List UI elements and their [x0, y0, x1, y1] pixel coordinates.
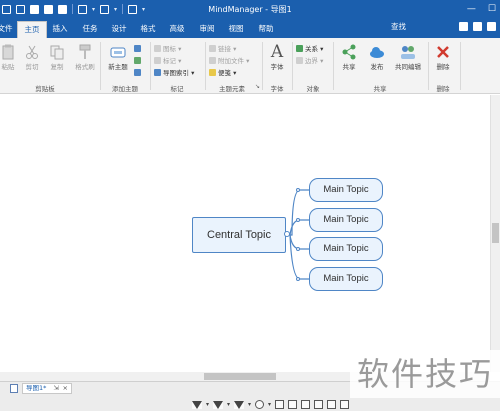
filter-dropdown-icon[interactable]: ▾ [206, 401, 209, 408]
watermark: 软件技巧 [350, 350, 500, 398]
mindmanager-window: ▾ ▾ ▾ MindManager - 导图1 — ☐ 文件 主页 插入 任务 … [0, 0, 500, 411]
close-tab-icon[interactable]: × [63, 384, 68, 393]
vertical-scroll-thumb[interactable] [492, 223, 499, 243]
document-icon [10, 384, 18, 393]
collapse-toggle-icon[interactable] [284, 231, 290, 237]
vertical-scrollbar[interactable] [490, 95, 500, 372]
connector-joint [296, 247, 300, 251]
horizontal-scroll-thumb[interactable] [204, 373, 276, 380]
filter-topic-icon[interactable] [234, 400, 245, 409]
connector-joint [296, 277, 300, 281]
filter-outline-icon[interactable] [213, 400, 224, 409]
filter-icon[interactable] [192, 400, 202, 409]
status-toolbar: ▾ ▾ ▾ ▾ [192, 399, 350, 410]
connector-joint [296, 188, 300, 192]
main-topic-1[interactable]: Main Topic [309, 178, 383, 202]
main-topic-4[interactable]: Main Topic [309, 267, 383, 291]
main-topic-3[interactable]: Main Topic [309, 237, 383, 261]
filter-topic-dropdown-icon[interactable]: ▾ [248, 401, 251, 408]
focus-dropdown-icon[interactable]: ▾ [268, 401, 271, 408]
gantt-view-icon[interactable] [314, 400, 324, 409]
filter-outline-dropdown-icon[interactable]: ▾ [227, 401, 230, 408]
fit-map-icon[interactable] [340, 400, 350, 409]
close-view-icon[interactable] [275, 400, 285, 409]
schedule-view-icon[interactable] [327, 400, 337, 409]
main-topic-2[interactable]: Main Topic [309, 208, 383, 232]
focus-icon[interactable] [255, 400, 265, 409]
connector-joint [296, 218, 300, 222]
document-tab[interactable]: 导图1* ⇲ × [22, 383, 72, 394]
central-topic[interactable]: Central Topic [192, 217, 286, 253]
outline-view-icon[interactable] [301, 400, 311, 409]
pin-icon[interactable]: ⇲ [54, 384, 59, 393]
map-view-icon[interactable] [288, 400, 298, 409]
